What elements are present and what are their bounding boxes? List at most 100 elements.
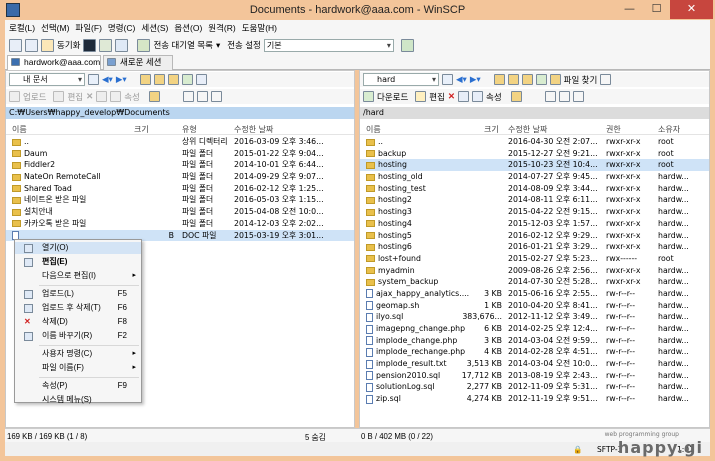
delete-icon[interactable]: ✕ — [86, 91, 93, 102]
collapse-icon[interactable] — [558, 91, 570, 102]
rename-icon[interactable] — [458, 91, 470, 102]
properties-button[interactable]: 속성 — [486, 91, 502, 103]
table-row[interactable]: zip.sql 4,274 KB 2012-11-19 오후 9:51... rw-r… — [360, 393, 709, 405]
table-row[interactable]: lost+found 2015-02-27 오후 5:23... rwx------… — [360, 253, 709, 265]
expand-icon[interactable] — [544, 91, 556, 102]
edit-icon[interactable] — [53, 91, 65, 102]
col-size[interactable]: 크기 — [134, 124, 149, 135]
root-folder-icon[interactable] — [153, 74, 165, 85]
queue-icon[interactable] — [137, 38, 151, 52]
menu-remote[interactable]: 원격(R) — [208, 22, 235, 34]
table-row[interactable]: implode_result.txt 3,513 KB 2014-03-04 오전 … — [360, 358, 709, 370]
menu-item-upload-delete[interactable]: 업로드 후 삭제(T) F6 — [15, 302, 141, 314]
table-row[interactable]: hosting4 2015-12-03 오후 1:57... rwxr-xr-x ha… — [360, 218, 709, 230]
table-row[interactable]: .. 2016-04-30 오전 2:07... rwxr-xr-x root — [360, 136, 709, 148]
properties-icon[interactable] — [110, 91, 122, 102]
home-icon[interactable] — [521, 74, 533, 85]
edit-button[interactable]: 편집 — [67, 91, 83, 103]
table-row[interactable]: implode_rechange.php 4 KB 2014-02-28 오후 4:… — [360, 346, 709, 358]
tab-session-hardwork[interactable]: hardwork@aaa.com — [7, 55, 101, 70]
table-row[interactable]: hosting_old 2014-07-27 오후 9:45... rwxr-xr-… — [360, 171, 709, 183]
edit-button[interactable]: 편집 — [429, 91, 445, 103]
table-row[interactable]: solutionLog.sql 2,277 KB 2012-11-09 오후 5:3… — [360, 381, 709, 393]
table-row[interactable]: hosting3 2015-04-22 오전 9:15... rwxr-xr-x ha… — [360, 206, 709, 218]
refresh-icon[interactable] — [535, 74, 547, 85]
table-row[interactable]: Fiddler2 파일 폴더 2014-10-01 오후 6:44... — [6, 159, 354, 171]
tab-new-session[interactable]: 새로운 세션 — [103, 55, 173, 70]
filter-icon[interactable] — [442, 74, 453, 85]
menu-item-delete[interactable]: ✕ 삭제(D) F8 — [15, 316, 141, 328]
find-icon[interactable] — [195, 74, 207, 85]
settings-icon[interactable] — [115, 38, 129, 52]
expand-icon[interactable] — [182, 91, 194, 102]
col-owner[interactable]: 소유자 — [658, 124, 680, 135]
menu-session[interactable]: 세션(S) — [141, 22, 168, 34]
menu-options[interactable]: 옵션(O) — [174, 22, 202, 34]
menu-item-open[interactable]: 열기(O) — [15, 242, 141, 254]
col-date[interactable]: 수정한 날짜 — [234, 124, 273, 135]
upload-icon[interactable] — [9, 91, 20, 102]
sync-button[interactable]: 동기화 — [57, 39, 80, 51]
table-row[interactable]: system_backup 2014-07-30 오전 5:28... rwxr-x… — [360, 276, 709, 288]
table-row[interactable]: .. 상위 디렉터리 2016-03-09 오후 3:46... — [6, 136, 354, 148]
col-size[interactable]: 크기 — [484, 124, 499, 135]
properties-button[interactable]: 속성 — [124, 91, 140, 103]
col-name[interactable]: 이름 — [12, 124, 27, 135]
menu-item-rename[interactable]: 이름 바꾸기(R) F2 — [15, 330, 141, 342]
menu-item-system-menu[interactable]: 시스템 메뉴(S) — [15, 394, 141, 406]
queue-list-button[interactable]: 전송 대기열 목록 — [153, 39, 212, 51]
download-button[interactable]: 다운로드 — [377, 91, 408, 103]
terminal-icon[interactable] — [83, 38, 97, 52]
menu-item-file-names[interactable]: 파일 이름(F) ▸ — [15, 362, 141, 374]
local-path[interactable]: C:₩Users₩happy_develop₩Documents — [6, 107, 354, 119]
sort-icon[interactable] — [600, 74, 612, 85]
table-row[interactable]: ajax_happy_analytics.... 3 KB 2015-06-16 오… — [360, 288, 709, 300]
sync-icon[interactable] — [41, 38, 54, 52]
properties-icon[interactable] — [472, 91, 484, 102]
forward-arrow-icon[interactable]: ▶▾ — [116, 74, 127, 85]
menu-item-upload[interactable]: 업로드(L) F5 — [15, 288, 141, 300]
globe-icon[interactable] — [400, 38, 414, 52]
remote-location-select[interactable]: hard — [363, 73, 439, 86]
menu-command[interactable]: 명령(C) — [108, 22, 135, 34]
col-name[interactable]: 이름 — [366, 124, 381, 135]
col-date[interactable]: 수정한 날짜 — [508, 124, 547, 135]
table-row[interactable]: hosting6 2016-01-21 오후 3:29... rwxr-xr-x ha… — [360, 241, 709, 253]
menu-select[interactable]: 선택(M) — [41, 22, 69, 34]
col-type[interactable]: 유형 — [182, 124, 197, 135]
toggle-icon[interactable] — [572, 91, 584, 102]
table-row[interactable]: pension2010.sql 17,712 KB 2013-08-19 오후 2:… — [360, 370, 709, 382]
table-row[interactable]: backup 2015-12-27 오전 9:21... rwxr-xr-x root — [360, 148, 709, 160]
table-row[interactable]: 카카오톡 받은 파일 파일 폴더 2014-12-03 오후 2:02... — [6, 218, 354, 230]
local-location-select[interactable]: 내 문서 — [9, 73, 85, 86]
table-row[interactable]: geomap.sh 1 KB 2010-04-20 오후 8:41... rw-r--… — [360, 300, 709, 312]
download-icon[interactable] — [363, 91, 374, 102]
rename-icon[interactable] — [96, 91, 108, 102]
table-row[interactable]: imagepng_change.php 6 KB 2014-02-25 오후 12:… — [360, 323, 709, 335]
table-row[interactable]: hosting_test 2014-08-09 오후 3:44... rwxr-xr… — [360, 183, 709, 195]
delete-icon[interactable]: ✕ — [448, 91, 455, 102]
menu-help[interactable]: 도움말(H) — [242, 22, 277, 34]
home-icon[interactable] — [167, 74, 179, 85]
table-row[interactable]: implode_change.php 3 KB 2014-03-04 오전 9:59… — [360, 335, 709, 347]
close-button[interactable]: ✕ — [670, 0, 713, 19]
forward-arrow-icon[interactable]: ▶▾ — [470, 74, 481, 85]
edit-icon[interactable] — [415, 91, 427, 102]
explore-icon[interactable] — [25, 38, 38, 52]
root-folder-icon[interactable] — [507, 74, 519, 85]
find-files-icon[interactable] — [549, 74, 561, 85]
collapse-icon[interactable] — [196, 91, 208, 102]
col-permissions[interactable]: 권한 — [606, 124, 621, 135]
back-arrow-icon[interactable]: ◀▾ — [456, 74, 467, 85]
menu-file[interactable]: 파일(F) — [75, 22, 102, 34]
minimize-button[interactable]: — — [616, 0, 643, 19]
menu-item-edit-with[interactable]: 다음으로 편집(I) ▸ — [15, 270, 141, 282]
table-row[interactable]: NateOn RemoteCall 파일 폴더 2014-09-29 오후 9:07… — [6, 171, 354, 183]
menu-local[interactable]: 로컬(L) — [9, 22, 35, 34]
chevron-down-icon[interactable]: ▾ — [216, 40, 220, 51]
toggle-icon[interactable] — [210, 91, 222, 102]
menu-item-custom-commands[interactable]: 사용자 명령(C) ▸ — [15, 348, 141, 360]
table-row[interactable]: 네이트온 받은 파일 파일 폴더 2016-05-03 오후 1:15... — [6, 194, 354, 206]
compare-icon[interactable] — [99, 38, 113, 52]
table-row[interactable]: Shared Toad 파일 폴더 2016-02-12 오후 1:25... — [6, 183, 354, 195]
